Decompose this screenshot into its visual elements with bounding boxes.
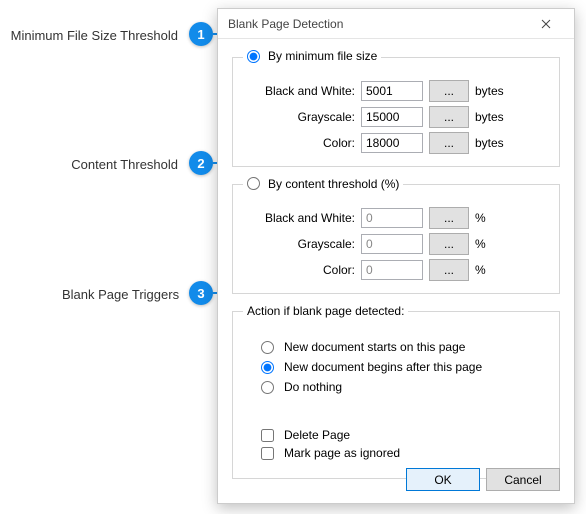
browse-content-bw[interactable]: ... [429, 207, 469, 229]
callout-label-3: Blank Page Triggers [62, 287, 178, 302]
radio-by-filesize-label: By minimum file size [268, 49, 377, 63]
close-icon [541, 19, 551, 29]
callout-label-1: Minimum File Size Threshold [8, 28, 178, 43]
label-color: Color: [243, 136, 355, 150]
radio-action-nothing[interactable]: Do nothing [261, 380, 549, 394]
check-mark-ignored-label: Mark page as ignored [284, 446, 400, 460]
unit-pct-gray: % [475, 237, 509, 251]
input-filesize-color[interactable] [361, 133, 423, 153]
browse-filesize-bw[interactable]: ... [429, 80, 469, 102]
ok-button[interactable]: OK [406, 468, 480, 491]
input-filesize-gray[interactable] [361, 107, 423, 127]
input-content-bw[interactable] [361, 208, 423, 228]
browse-filesize-color[interactable]: ... [429, 132, 469, 154]
unit-pct-color: % [475, 263, 509, 277]
label-content-gray: Grayscale: [243, 237, 355, 251]
label-bw: Black and White: [243, 84, 355, 98]
radio-action-nothing-input[interactable] [261, 381, 274, 394]
radio-action-starts-on-input[interactable] [261, 341, 274, 354]
input-content-gray[interactable] [361, 234, 423, 254]
group-filesize: By minimum file size Black and White: ..… [232, 49, 560, 167]
content-row-color: Color: ... % [243, 259, 549, 281]
unit-pct-bw: % [475, 211, 509, 225]
filesize-row-bw: Black and White: ... bytes [243, 80, 549, 102]
close-button[interactable] [526, 12, 566, 36]
unit-bytes-bw: bytes [475, 84, 509, 98]
cancel-button[interactable]: Cancel [486, 468, 560, 491]
radio-action-nothing-label: Do nothing [284, 380, 342, 394]
radio-by-filesize[interactable]: By minimum file size [247, 49, 377, 63]
filesize-row-color: Color: ... bytes [243, 132, 549, 154]
dialog: Blank Page Detection By minimum file siz… [217, 8, 575, 504]
dialog-body: By minimum file size Black and White: ..… [218, 39, 574, 479]
check-delete-page-input[interactable] [261, 429, 274, 442]
radio-action-starts-on-label: New document starts on this page [284, 340, 465, 354]
callout-badge-2: 2 [189, 151, 213, 175]
browse-content-color[interactable]: ... [429, 259, 469, 281]
input-filesize-bw[interactable] [361, 81, 423, 101]
radio-action-starts-on[interactable]: New document starts on this page [261, 340, 549, 354]
callout-badge-1: 1 [189, 22, 213, 46]
radio-by-content-label: By content threshold (%) [268, 177, 399, 191]
dialog-title: Blank Page Detection [228, 17, 343, 31]
callout-badge-3: 3 [189, 281, 213, 305]
browse-content-gray[interactable]: ... [429, 233, 469, 255]
input-content-color[interactable] [361, 260, 423, 280]
label-gray: Grayscale: [243, 110, 355, 124]
browse-filesize-gray[interactable]: ... [429, 106, 469, 128]
unit-bytes-gray: bytes [475, 110, 509, 124]
group-action-legend: Action if blank page detected: [243, 304, 408, 318]
button-bar: OK Cancel [406, 468, 560, 491]
label-content-bw: Black and White: [243, 211, 355, 225]
group-content: By content threshold (%) Black and White… [232, 177, 560, 295]
titlebar: Blank Page Detection [218, 9, 574, 39]
filesize-row-gray: Grayscale: ... bytes [243, 106, 549, 128]
radio-by-content-input[interactable] [247, 177, 260, 190]
radio-action-after-label: New document begins after this page [284, 360, 482, 374]
radio-by-filesize-input[interactable] [247, 50, 260, 63]
check-mark-ignored[interactable]: Mark page as ignored [261, 446, 549, 460]
content-row-gray: Grayscale: ... % [243, 233, 549, 255]
group-action: Action if blank page detected: New docum… [232, 304, 560, 479]
radio-action-after-input[interactable] [261, 361, 274, 374]
content-row-bw: Black and White: ... % [243, 207, 549, 229]
check-mark-ignored-input[interactable] [261, 447, 274, 460]
check-delete-page[interactable]: Delete Page [261, 428, 549, 442]
label-content-color: Color: [243, 263, 355, 277]
radio-by-content[interactable]: By content threshold (%) [247, 177, 399, 191]
callout-label-2: Content Threshold [62, 157, 178, 172]
radio-action-after[interactable]: New document begins after this page [261, 360, 549, 374]
check-delete-page-label: Delete Page [284, 428, 350, 442]
unit-bytes-color: bytes [475, 136, 509, 150]
